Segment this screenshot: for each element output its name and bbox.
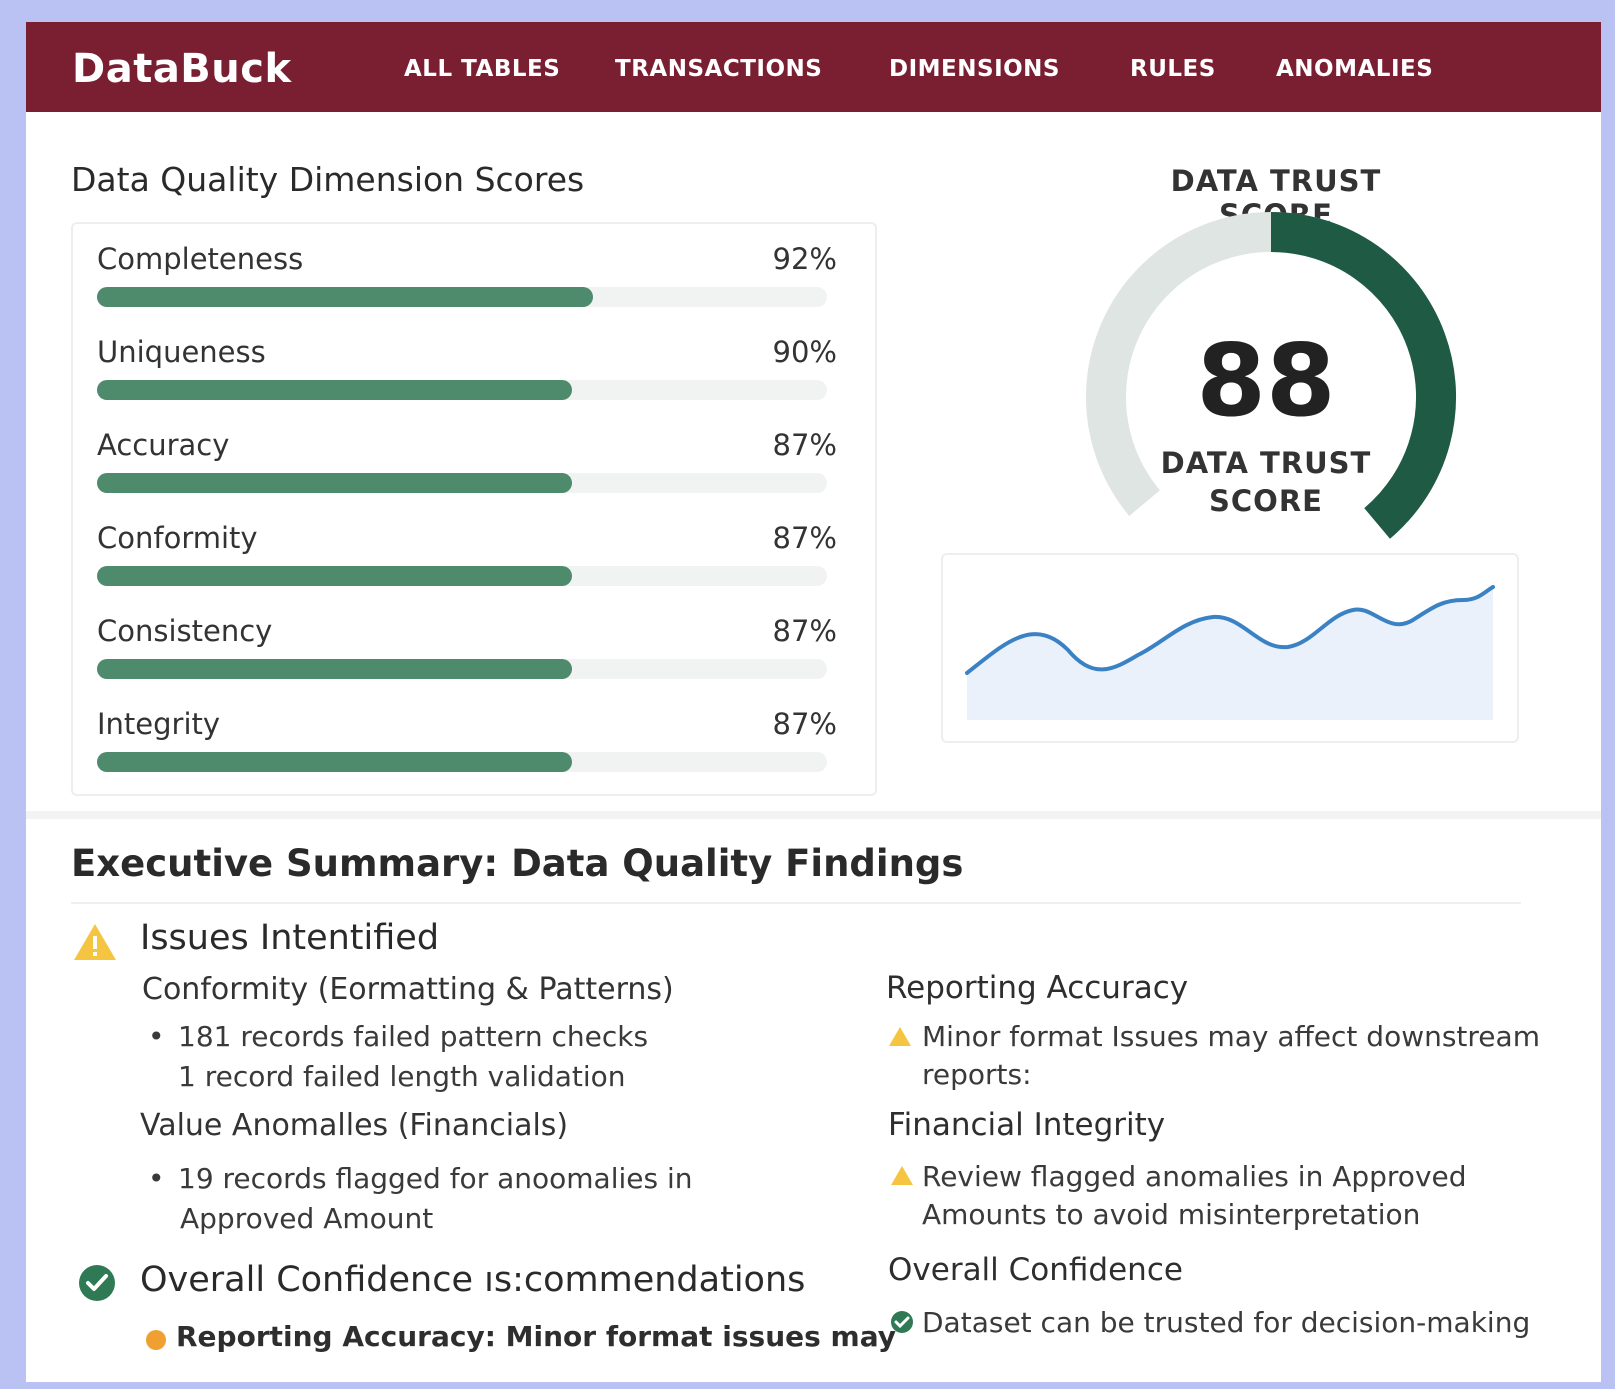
nav-transactions[interactable]: TRANSACTIONS <box>615 56 822 82</box>
anomalies-bullet-2: Approved Amount <box>180 1202 434 1235</box>
dimension-label: Accuracy <box>97 428 230 462</box>
dimension-percent: 92% <box>772 242 837 276</box>
anomalies-heading: Value Anomalles (Financials) <box>140 1108 569 1143</box>
financial-integrity-line-1: Review flagged anomalies in Approved <box>922 1160 1467 1193</box>
overall-confidence-heading: Overall Confidence <box>888 1252 1183 1288</box>
dimension-label: Integrity <box>97 707 221 741</box>
trend-sparkline <box>965 585 1495 720</box>
check-circle-icon <box>891 1311 913 1333</box>
trust-score-value: 88 <box>1196 322 1336 439</box>
dimension-bar-fill <box>97 287 594 307</box>
app-window: DataBuck ALL TABLES TRANSACTIONS DIMENSI… <box>26 22 1601 1382</box>
warning-icon <box>889 1027 911 1046</box>
bullet-marker: • <box>148 1020 165 1053</box>
nav-anomalies[interactable]: ANOMALIES <box>1276 56 1433 82</box>
top-nav: DataBuck ALL TABLES TRANSACTIONS DIMENSI… <box>26 22 1601 112</box>
logo[interactable]: DataBuck <box>72 46 292 92</box>
dimension-bar-track <box>97 566 827 586</box>
dimension-percent: 87% <box>772 614 837 648</box>
dimension-bar-track <box>97 380 827 400</box>
trust-score-label-line2: SCORE <box>1209 484 1323 518</box>
nav-all-tables[interactable]: ALL TABLES <box>404 56 560 82</box>
reporting-accuracy-line-2: reports: <box>922 1058 1032 1091</box>
executive-summary-title: Executive Summary: Data Quality Findings <box>71 842 964 885</box>
reporting-accuracy-line-1: Minor format Issues may affect downstrea… <box>922 1020 1540 1053</box>
anomalies-bullet-1: 19 records flagged for anoomalies in <box>178 1162 693 1195</box>
nav-rules[interactable]: RULES <box>1130 56 1216 82</box>
dimension-scores-title: Data Quality Dimension Scores <box>71 160 585 199</box>
dimension-bar-fill <box>97 380 572 400</box>
warning-icon <box>891 1166 913 1185</box>
dimension-bar-fill <box>97 473 572 493</box>
dimension-bar-track <box>97 287 827 307</box>
dimension-label: Conformity <box>97 521 258 555</box>
financial-integrity-heading: Financial Integrity <box>888 1107 1166 1143</box>
dimension-row-uniqueness: Uniqueness 90% <box>97 323 837 419</box>
warning-dot-icon <box>146 1330 166 1350</box>
executive-summary-rule <box>71 902 1521 904</box>
overall-confidence-line: Dataset can be trusted for decision-maki… <box>922 1306 1531 1339</box>
reporting-accuracy-heading: Reporting Accuracy <box>886 970 1189 1006</box>
conformity-bullet-1: 181 records failed pattern checks <box>178 1020 649 1053</box>
dimension-row-completeness: Completeness 92% <box>97 230 837 326</box>
dimension-percent: 87% <box>772 428 837 462</box>
dimension-bar-track <box>97 752 827 772</box>
dimension-percent: 87% <box>772 707 837 741</box>
confidence-heading: Overall Confidence ıs:commendations <box>140 1260 806 1300</box>
warning-icon <box>74 924 116 960</box>
dimension-bar-track <box>97 659 827 679</box>
dimension-row-integrity: Integrity 87% <box>97 695 837 791</box>
dimension-percent: 87% <box>772 521 837 555</box>
dimension-bar-fill <box>97 752 572 772</box>
trend-sparkline-card <box>941 553 1519 743</box>
confidence-bullet: Reporting Accuracy: Minor format issues … <box>176 1320 896 1353</box>
dimension-label: Completeness <box>97 242 304 276</box>
conformity-heading: Conformity (Eormatting & Patterns) <box>142 972 674 1007</box>
trend-area <box>967 587 1493 720</box>
nav-dimensions[interactable]: DIMENSIONS <box>889 56 1060 82</box>
conformity-bullet-2: 1 record failed length validation <box>178 1060 626 1093</box>
dimension-row-consistency: Consistency 87% <box>97 602 837 698</box>
dimension-bar-track <box>97 473 827 493</box>
trust-score-label: DATA TRUST SCORE <box>1141 444 1391 520</box>
dimension-bar-fill <box>97 566 572 586</box>
dimension-row-accuracy: Accuracy 87% <box>97 416 837 512</box>
dimension-bar-fill <box>97 659 572 679</box>
dimension-row-conformity: Conformity 87% <box>97 509 837 605</box>
issues-heading: Issues Intentified <box>140 918 440 958</box>
trust-score-label-line1: DATA TRUST <box>1160 446 1372 480</box>
dimension-percent: 90% <box>772 335 837 369</box>
dimension-label: Uniqueness <box>97 335 266 369</box>
financial-integrity-line-2: Amounts to avoid misinterpretation <box>922 1198 1421 1231</box>
bullet-marker: • <box>148 1162 165 1195</box>
section-divider <box>26 811 1601 819</box>
dimension-label: Consistency <box>97 614 273 648</box>
check-circle-icon <box>79 1265 115 1301</box>
dimension-scores-card: Completeness 92% Uniqueness 90% Accuracy… <box>71 222 877 796</box>
